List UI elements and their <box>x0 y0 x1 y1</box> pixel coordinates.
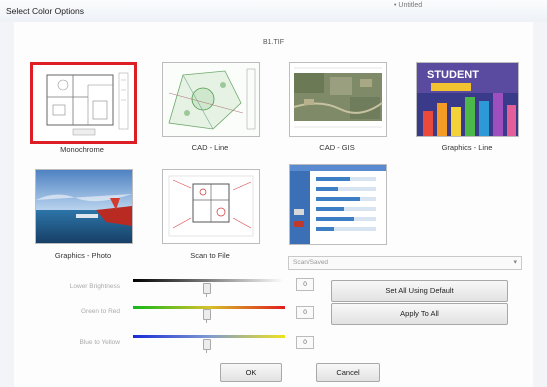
thumb-monochrome[interactable] <box>30 62 137 144</box>
blue-yellow-slider[interactable] <box>203 339 211 350</box>
thumb-label-graphics-photo: Graphics - Photo <box>54 251 112 260</box>
thumb-label-cad-line: CAD - Line <box>191 143 229 152</box>
cad-line-image <box>163 63 259 136</box>
thumb-label-monochrome: Monochrome <box>60 145 104 154</box>
blue-yellow-value[interactable]: 0 <box>296 336 314 349</box>
green-red-slider[interactable] <box>203 309 211 320</box>
blue-yellow-track <box>133 335 285 338</box>
thumb-cad-line[interactable] <box>162 62 260 137</box>
brightness-track <box>133 279 285 282</box>
scan-to-file-image <box>163 170 259 243</box>
thumb-graphics-line[interactable]: STUDENT <box>416 62 519 137</box>
ok-button[interactable]: OK <box>220 363 282 382</box>
window-title-bar: Select Color Options • Untitled <box>0 0 547 22</box>
background-window-title: • Untitled <box>394 2 423 9</box>
thumb-graphics-photo[interactable] <box>35 169 133 244</box>
thumb-scan-to-file[interactable] <box>162 169 260 244</box>
file-name-label: B1.TIF <box>262 39 284 46</box>
slider-label-brightness: Lower Brightness <box>69 283 120 290</box>
window-frame-right <box>533 22 547 387</box>
color-profile-dropdown[interactable]: Scan/Saved ▾ <box>288 256 522 270</box>
green-red-tick <box>206 320 207 323</box>
thumb-custom[interactable] <box>289 164 387 245</box>
thumb-cad-gis[interactable] <box>289 62 387 137</box>
brightness-slider[interactable] <box>203 283 211 294</box>
graphics-photo-image <box>36 170 132 243</box>
slider-label-green-red: Green to Red <box>80 308 120 315</box>
graphics-line-image: STUDENT <box>417 63 518 136</box>
brightness-value[interactable]: 0 <box>296 278 314 291</box>
cancel-button[interactable]: Cancel <box>316 363 380 382</box>
green-red-value[interactable]: 0 <box>296 306 314 319</box>
floorplan-mono-image <box>33 65 134 141</box>
set-all-default-button[interactable]: Set All Using Default <box>331 280 508 302</box>
settings-panel-image <box>290 165 386 244</box>
student-title-text: STUDENT <box>427 69 479 81</box>
thumb-label-graphics-line: Graphics - Line <box>441 143 493 152</box>
apply-to-all-button[interactable]: Apply To All <box>331 303 508 325</box>
slider-label-blue-yellow: Blue to Yellow <box>79 339 120 346</box>
thumb-label-cad-gis: CAD - GIS <box>319 143 355 152</box>
window-title: Select Color Options <box>6 6 84 16</box>
dropdown-value: Scan/Saved <box>293 259 329 266</box>
brightness-tick <box>206 294 207 297</box>
cad-gis-image <box>290 63 386 136</box>
thumb-label-scan-to-file: Scan to File <box>190 251 230 260</box>
chevron-down-icon: ▾ <box>513 259 517 266</box>
blue-yellow-tick <box>206 350 207 353</box>
window-frame-left <box>0 22 14 387</box>
